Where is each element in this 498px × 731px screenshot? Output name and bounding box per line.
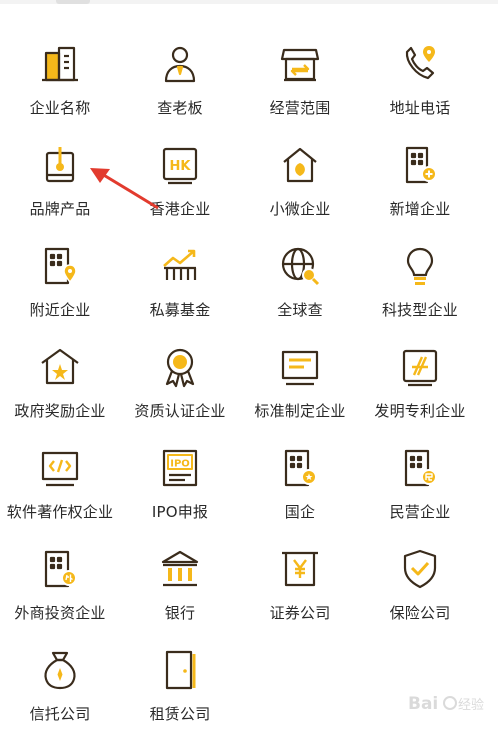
small-business-icon: [283, 147, 317, 183]
grid-item-state-owned[interactable]: 国企: [240, 428, 360, 529]
patent-icon: [402, 349, 438, 387]
grid-item-new-companies[interactable]: 新增企业: [360, 125, 480, 226]
grid-item-label: 小微企业: [269, 200, 331, 218]
grid-item-tech-companies[interactable]: 科技型企业: [360, 226, 480, 327]
securities-icon: [282, 551, 318, 587]
watermark-logo: Bai 经验: [408, 694, 484, 714]
certification-medal-icon: [165, 348, 195, 388]
grid-item-private-companies[interactable]: 民营企业: [360, 428, 480, 529]
person-icon: [164, 46, 196, 83]
grid-item-label: 发明专利企业: [374, 402, 466, 420]
watermark-suffix: 经验: [458, 697, 484, 713]
grid-item-label: IPO申报: [151, 503, 209, 521]
phone-location-icon: [405, 46, 435, 80]
grid-item-label: 国企: [284, 503, 316, 521]
grid-item-bank[interactable]: 银行: [120, 529, 240, 630]
grid-item-leasing-company[interactable]: 租赁公司: [120, 630, 240, 731]
feature-grid: 企业名称 查老板 经营范围 地址电话 品牌产品 HK 香港企业 小微企业 新增企…: [0, 24, 480, 731]
fund-chart-icon: [163, 249, 197, 280]
grid-item-global-search[interactable]: 全球查: [240, 226, 360, 327]
grid-item-address-phone[interactable]: 地址电话: [360, 24, 480, 125]
insurance-shield-icon: [403, 549, 437, 589]
top-bar: [0, 0, 498, 4]
state-owned-icon: [284, 449, 317, 487]
grid-item-label: 外商投资企业: [14, 604, 106, 622]
grid-item-label: 企业名称: [29, 99, 91, 117]
svg-text:HK: HK: [170, 159, 192, 174]
grid-item-nearby-companies[interactable]: 附近企业: [0, 226, 120, 327]
grid-item-label: 经营范围: [269, 99, 331, 117]
grid-item-government-award[interactable]: 政府奖励企业: [0, 327, 120, 428]
annotation-arrow: [90, 168, 159, 210]
grid-item-label: 品牌产品: [29, 200, 91, 218]
grid-item-label: 资质认证企业: [134, 402, 226, 420]
grid-item-insurance-company[interactable]: 保险公司: [360, 529, 480, 630]
government-award-icon: [41, 348, 79, 385]
brand-product-icon: [45, 147, 75, 183]
grid-item-ipo-filing[interactable]: IPO IPO申报: [120, 428, 240, 529]
grid-item-label: 查老板: [157, 99, 203, 117]
grid-item-securities-company[interactable]: 证券公司: [240, 529, 360, 630]
hk-badge-icon: HK: [162, 147, 198, 185]
lightbulb-icon: [406, 247, 434, 285]
grid-item-label: 附近企业: [29, 301, 91, 319]
nearby-company-icon: [44, 247, 77, 285]
grid-item-label: 保险公司: [389, 604, 451, 622]
svg-text:IPO: IPO: [170, 459, 190, 470]
globe-search-icon: [281, 247, 320, 286]
grid-item-company-name[interactable]: 企业名称: [0, 24, 120, 125]
storefront-icon: [280, 48, 320, 82]
new-company-icon: [405, 146, 437, 184]
private-company-icon: [404, 449, 437, 487]
grid-item-standard-setting[interactable]: 标准制定企业: [240, 327, 360, 428]
grid-item-label: 科技型企业: [381, 301, 458, 319]
foreign-investment-icon: [44, 550, 77, 588]
grid-item-label: 信托公司: [29, 705, 91, 723]
grid-item-foreign-investment[interactable]: 外商投资企业: [0, 529, 120, 630]
money-bag-icon: [44, 651, 76, 690]
grid-item-label: 租赁公司: [149, 705, 211, 723]
grid-item-label: 地址电话: [389, 99, 451, 117]
grid-item-label: 新增企业: [389, 200, 451, 218]
grid-item-invention-patent[interactable]: 发明专利企业: [360, 327, 480, 428]
grid-item-label: 全球查: [277, 301, 323, 319]
grid-item-label: 标准制定企业: [254, 402, 346, 420]
grid-item-boss-lookup[interactable]: 查老板: [120, 24, 240, 125]
top-bar-tab: [56, 0, 90, 4]
bank-icon: [161, 550, 199, 587]
grid-item-software-copyright[interactable]: 软件著作权企业: [0, 428, 120, 529]
watermark-text: Bai: [408, 694, 438, 714]
grid-item-trust-company[interactable]: 信托公司: [0, 630, 120, 731]
grid-item-business-scope[interactable]: 经营范围: [240, 24, 360, 125]
grid-item-label: 私募基金: [149, 301, 211, 319]
grid-item-label: 证券公司: [269, 604, 331, 622]
door-icon: [165, 650, 196, 690]
standard-doc-icon: [281, 350, 319, 386]
grid-item-certified-companies[interactable]: 资质认证企业: [120, 327, 240, 428]
grid-item-small-micro[interactable]: 小微企业: [240, 125, 360, 226]
software-code-icon: [41, 451, 79, 487]
ipo-icon: IPO: [162, 449, 198, 487]
grid-item-private-fund[interactable]: 私募基金: [120, 226, 240, 327]
building-icon: [42, 46, 78, 82]
grid-item-label: 软件著作权企业: [6, 503, 114, 521]
grid-item-label: 民营企业: [389, 503, 451, 521]
grid-item-label: 银行: [164, 604, 196, 622]
grid-item-label: 政府奖励企业: [14, 402, 106, 420]
